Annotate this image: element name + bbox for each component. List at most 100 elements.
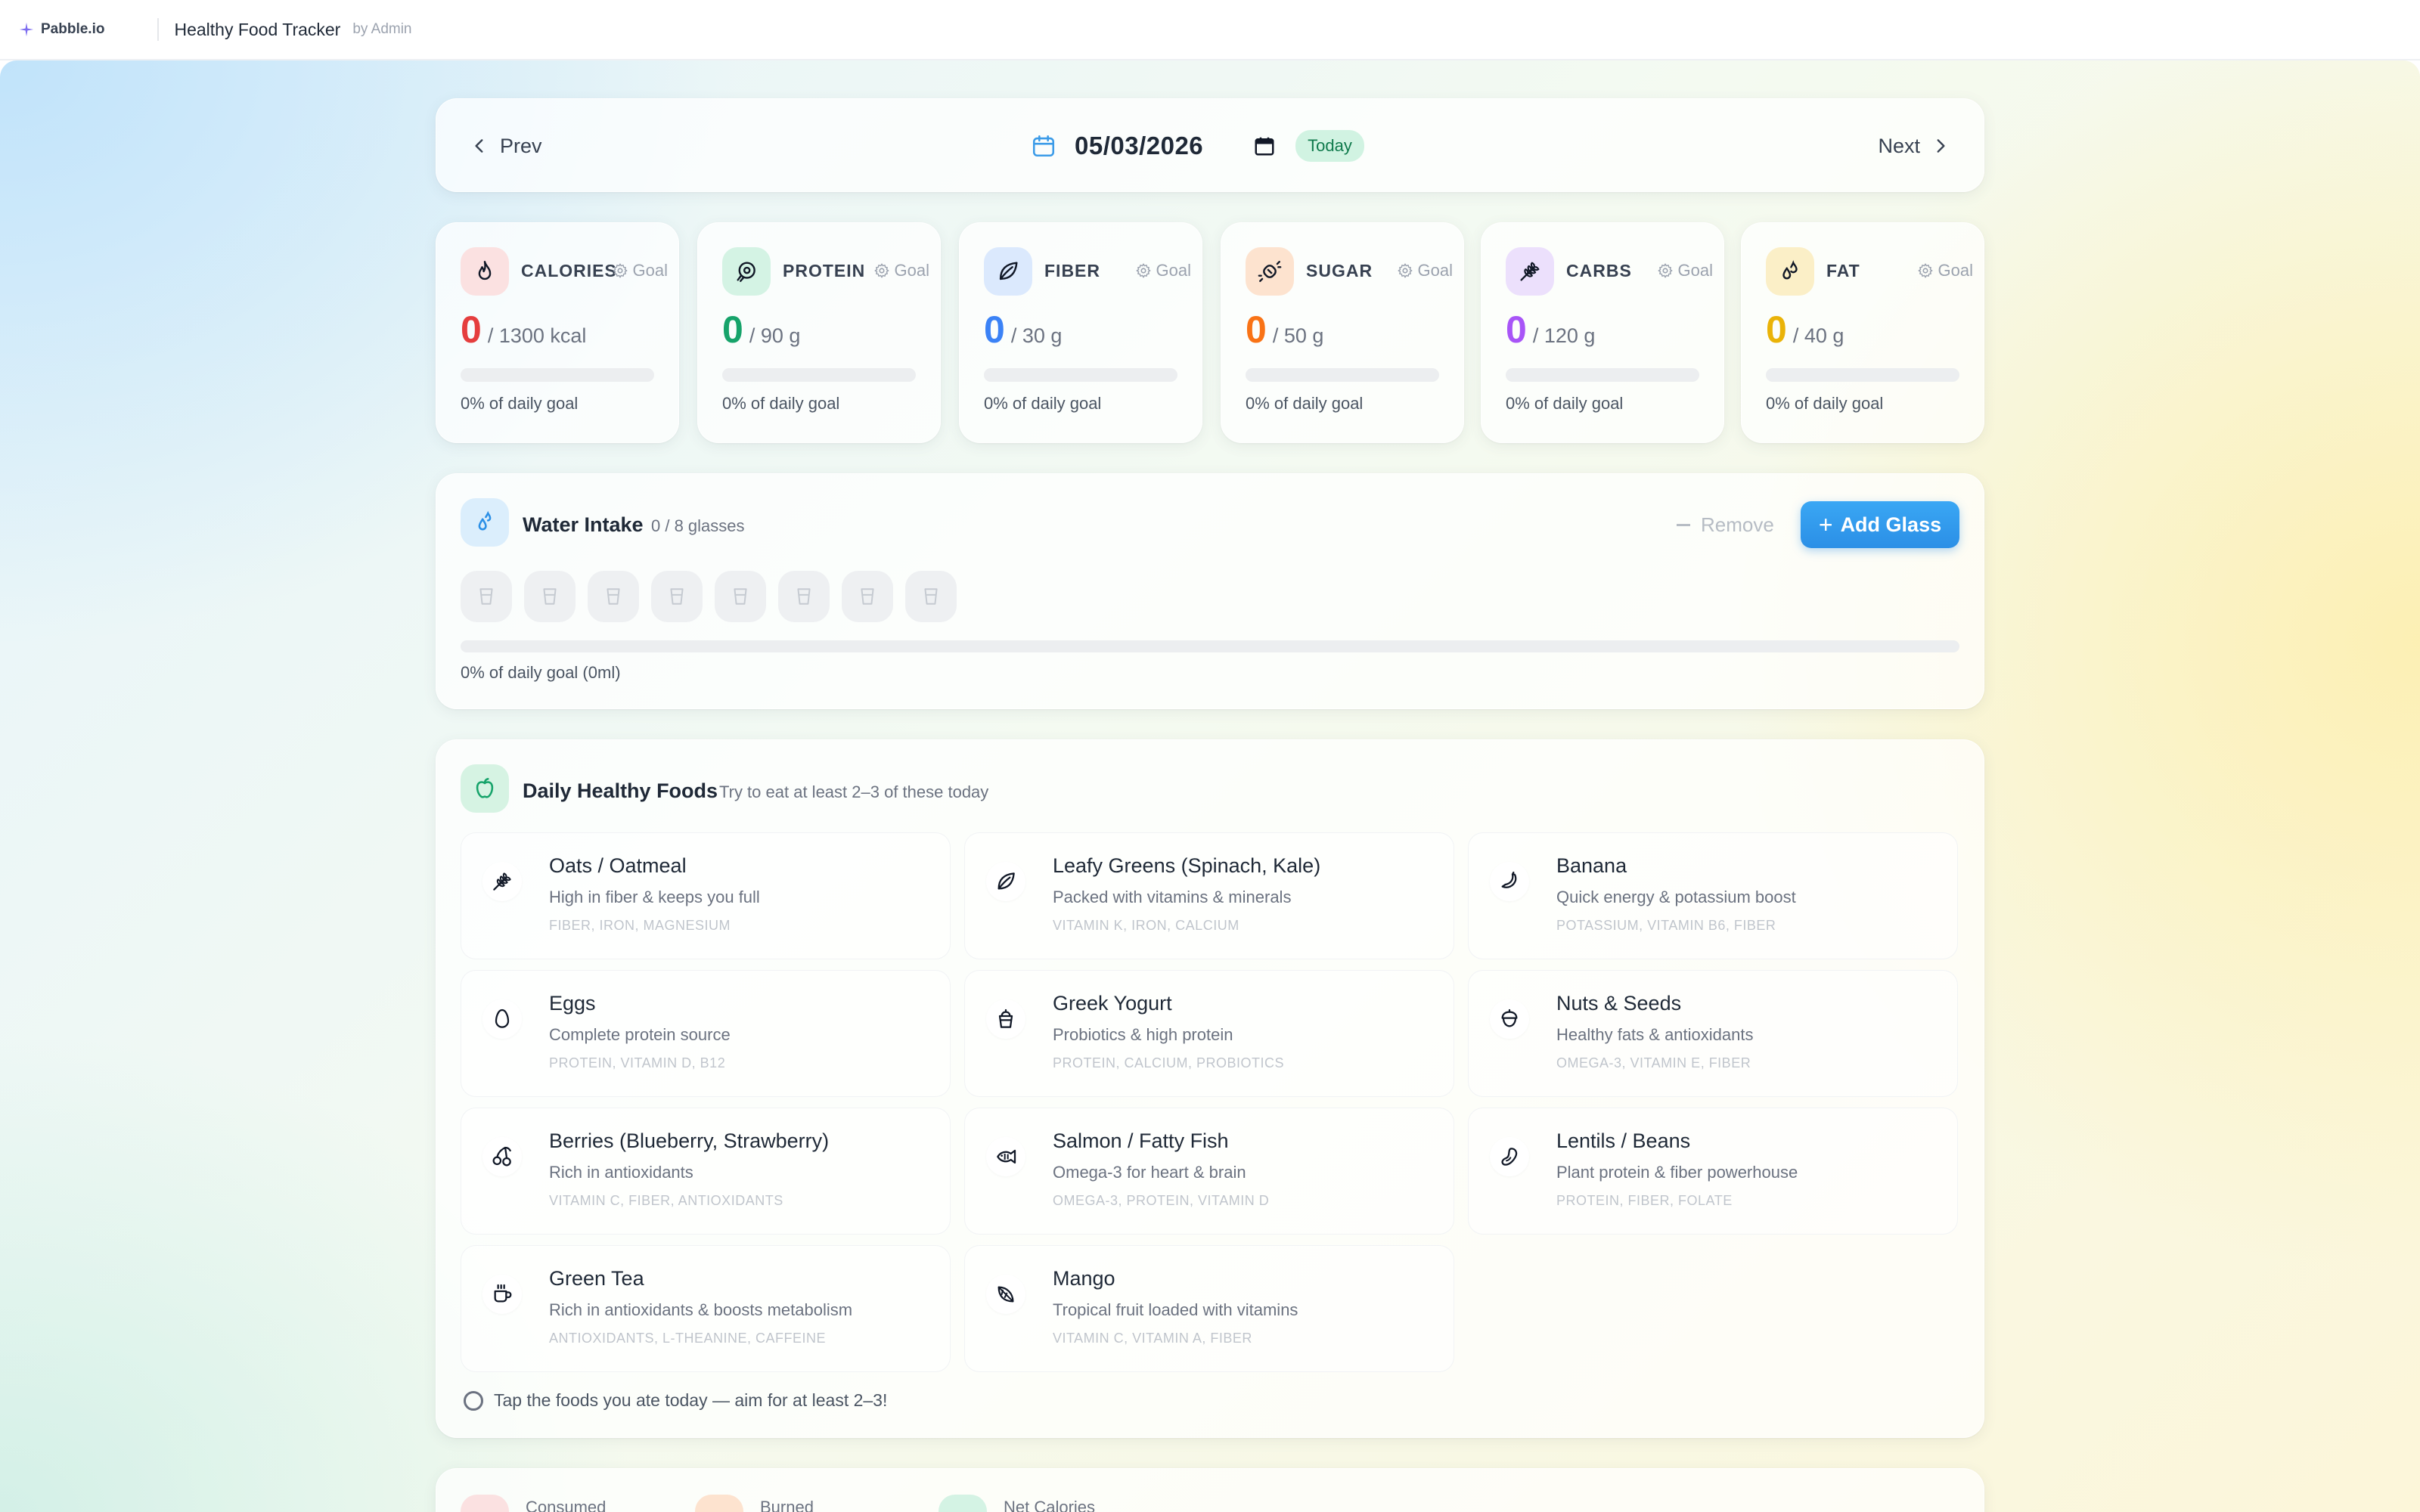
nutrient-card-fiber: FIBER Goal 0/ 30 g 0% of daily goal: [959, 222, 1202, 443]
nutrient-amount: 0: [1506, 308, 1527, 351]
date-input[interactable]: 05/03/2026: [1075, 132, 1203, 160]
today-badge[interactable]: Today: [1295, 130, 1364, 162]
gear-icon: [874, 263, 889, 278]
app-header: Pabble.io Healthy Food Tracker by Admin: [0, 0, 2420, 60]
nutrient-target: / 40 g: [1792, 324, 1844, 347]
water-progress-text: 0% of daily goal (0ml): [461, 663, 621, 682]
date-navigator: Prev 05/03/2026 Today Next: [436, 98, 1984, 192]
nutrient-progress-bar: [1506, 368, 1699, 382]
remove-glass-button[interactable]: Remove: [1677, 513, 1774, 537]
food-nutrient-tags: ANTIOXIDANTS, L-THEANINE, CAFFEINE: [549, 1331, 827, 1346]
food-icon-badge: [986, 1137, 1025, 1176]
nutrient-target: / 50 g: [1272, 324, 1324, 347]
food-description: Omega-3 for heart & brain: [1053, 1163, 1246, 1182]
goal-button[interactable]: Goal: [1397, 261, 1453, 280]
nutrient-label: SUGAR: [1306, 261, 1373, 280]
coffee-cup-icon: [494, 1284, 512, 1303]
nutrient-icon-badge: [461, 247, 509, 296]
food-description: Packed with vitamins & minerals: [1053, 888, 1292, 906]
next-day-button[interactable]: Next: [1878, 99, 1950, 193]
nutrient-progress-text: 0% of daily goal: [722, 394, 840, 413]
food-description: High in fiber & keeps you full: [549, 888, 760, 906]
header-divider: [157, 18, 160, 41]
glass-water-icon: [797, 588, 811, 605]
water-icon-badge: [461, 498, 509, 547]
nutrient-target: / 1300 kcal: [487, 324, 587, 347]
food-icon-badge: [1490, 862, 1529, 901]
food-nutrient-tags: VITAMIN C, FIBER, ANTIOXIDANTS: [549, 1193, 783, 1208]
calendar-picker-icon[interactable]: [1253, 135, 1276, 157]
food-nutrient-tags: VITAMIN C, VITAMIN A, FIBER: [1053, 1331, 1252, 1346]
glass-toggle[interactable]: [524, 571, 576, 622]
banana-icon: [1501, 871, 1517, 888]
goal-button[interactable]: Goal: [1135, 261, 1191, 280]
food-description: Healthy fats & antioxidants: [1556, 1025, 1754, 1044]
food-item[interactable]: Greek Yogurt Probiotics & high protein PRO…: [964, 970, 1454, 1097]
nutrient-card-carbs: CARBS Goal 0/ 120 g 0% of daily goal: [1481, 222, 1724, 443]
glass-water-icon: [670, 588, 684, 605]
glass-toggle[interactable]: [651, 571, 703, 622]
foods-subtitle: Try to eat at least 2–3 of these today: [719, 782, 989, 801]
food-item[interactable]: Nuts & Seeds Healthy fats & antioxidants O…: [1468, 970, 1958, 1097]
food-name: Green Tea: [549, 1267, 644, 1290]
summary-label: Consumed: [526, 1498, 607, 1512]
glass-toggle[interactable]: [588, 571, 639, 622]
add-glass-button[interactable]: + Add Glass: [1801, 501, 1959, 548]
food-nutrient-tags: PROTEIN, VITAMIN D, B12: [549, 1055, 726, 1070]
next-label: Next: [1878, 134, 1920, 157]
goal-button[interactable]: Goal: [1917, 261, 1973, 280]
nutrient-progress-text: 0% of daily goal: [1766, 394, 1884, 413]
food-description: Quick energy & potassium boost: [1556, 888, 1796, 906]
nutrient-card-sugar: SUGAR Goal 0/ 50 g 0% of daily goal: [1221, 222, 1464, 443]
droplets-icon: [478, 510, 492, 531]
goal-button[interactable]: Goal: [873, 261, 929, 280]
glass-toggle[interactable]: [842, 571, 893, 622]
nutrient-value: 0/ 120 g: [1506, 308, 1595, 352]
food-item[interactable]: Green Tea Rich in antioxidants & boosts m…: [461, 1245, 951, 1372]
food-item[interactable]: Banana Quick energy & potassium boost POTA…: [1468, 832, 1958, 959]
leaf-icon: [997, 872, 1015, 890]
food-nutrient-tags: FIBER, IRON, MAGNESIUM: [549, 918, 731, 933]
bean-icon: [1501, 1148, 1518, 1166]
food-icon-badge: [986, 1275, 1025, 1314]
glass-toggle[interactable]: [461, 571, 512, 622]
beef-icon: [737, 262, 755, 282]
chevron-right-icon: [1937, 139, 1945, 153]
glass-toggle[interactable]: [778, 571, 830, 622]
foods-hint: Tap the foods you ate today — aim for at…: [464, 1390, 887, 1411]
nutrient-progress-text: 0% of daily goal: [984, 394, 1102, 413]
food-item[interactable]: Mango Tropical fruit loaded with vitamins…: [964, 1245, 1454, 1372]
nutrient-icon-badge: [984, 247, 1032, 296]
nutrient-progress-text: 0% of daily goal: [1506, 394, 1624, 413]
foods-title: Daily Healthy Foods: [523, 779, 718, 802]
food-item[interactable]: Eggs Complete protein source PROTEIN, VITA…: [461, 970, 951, 1097]
food-icon-badge: [1490, 1137, 1529, 1176]
calendar-icon: [1032, 135, 1055, 157]
glass-toggle[interactable]: [715, 571, 766, 622]
glass-water-icon: [861, 588, 874, 605]
nutrient-value: 0/ 50 g: [1246, 308, 1323, 352]
food-name: Salmon / Fatty Fish: [1053, 1129, 1229, 1152]
calorie-summary-card: Consumed Burned Net Calories: [436, 1468, 1984, 1512]
goal-button[interactable]: Goal: [612, 261, 668, 280]
water-count: 0 / 8 glasses: [651, 516, 745, 535]
droplets-icon: [1782, 260, 1798, 280]
nutrient-card-calories: CALORIES Goal 0/ 1300 kcal 0% of daily goal: [436, 222, 679, 443]
plus-icon: +: [1818, 510, 1833, 538]
brand[interactable]: Pabble.io: [18, 21, 104, 38]
candy-icon: [1258, 261, 1282, 282]
food-item[interactable]: Berries (Blueberry, Strawberry) Rich in a…: [461, 1108, 951, 1235]
food-item[interactable]: Lentils / Beans Plant protein & fiber pow…: [1468, 1108, 1958, 1235]
goal-button[interactable]: Goal: [1657, 261, 1713, 280]
food-item[interactable]: Oats / Oatmeal High in fiber & keeps you …: [461, 832, 951, 959]
minus-icon: [1677, 524, 1690, 526]
citrus-icon: [997, 1286, 1014, 1303]
food-item[interactable]: Salmon / Fatty Fish Omega-3 for heart & b…: [964, 1108, 1454, 1235]
flame-icon: [478, 261, 492, 280]
prev-day-button[interactable]: Prev: [470, 99, 542, 193]
glass-water-icon: [607, 588, 620, 605]
food-item[interactable]: Leafy Greens (Spinach, Kale) Packed with …: [964, 832, 1454, 959]
sparkle-logo-icon: [19, 22, 34, 37]
glass-toggle[interactable]: [905, 571, 957, 622]
food-name: Nuts & Seeds: [1556, 992, 1682, 1015]
